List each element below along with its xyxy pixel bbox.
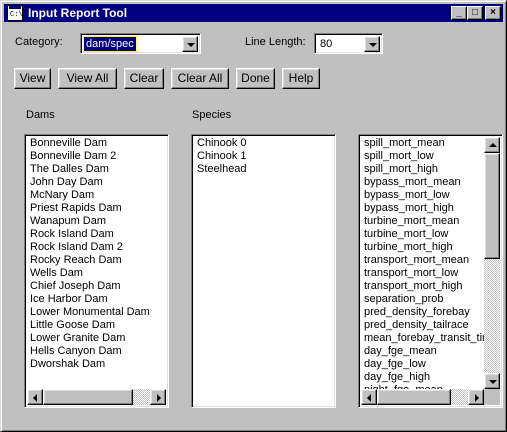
app-icon-bar [9,6,21,9]
main-window: C:\ Input Report Tool _ □ × Category: da… [0,0,507,432]
list-item[interactable]: McNary Dam [27,189,166,202]
app-icon-text: C:\ [10,11,23,19]
parameters-list[interactable]: spill_mort_mean spill_mort_low spill_mort_… [358,134,503,408]
scroll-down-button[interactable] [484,373,500,389]
app-icon[interactable]: C:\ [7,5,23,21]
scroll-corner [484,389,500,405]
list-item[interactable]: transport_mort_mean [361,254,484,267]
maximize-button[interactable]: □ [467,6,483,20]
dams-list[interactable]: Bonneville Dam Bonneville Dam 2 The Dalles… [24,134,169,408]
parameters-list-items: spill_mort_mean spill_mort_low spill_mort_… [361,137,484,389]
view-all-button[interactable]: View All [58,68,117,89]
list-item[interactable]: Lower Monumental Dam [27,306,166,319]
list-item[interactable]: Wells Dam [27,267,166,280]
dams-list-items: Bonneville Dam Bonneville Dam 2 The Dalles… [27,137,166,389]
list-item[interactable]: The Dalles Dam [27,163,166,176]
line-length-dropdown-button[interactable] [364,36,380,52]
list-item[interactable]: transport_mort_high [361,280,484,293]
chevron-down-icon [187,43,195,47]
species-list-items: Chinook 0 Chinook 1 Steelhead [194,137,333,405]
close-icon: × [490,7,496,18]
list-item[interactable]: day_fge_mean [361,345,484,358]
list-item[interactable]: Bonneville Dam 2 [27,150,166,163]
close-button[interactable]: × [485,6,501,20]
line-length-label: Line Length: [245,36,306,48]
clear-all-button[interactable]: Clear All [171,68,229,89]
list-item[interactable]: turbine_mort_high [361,241,484,254]
list-item[interactable]: spill_mort_low [361,150,484,163]
scroll-left-button[interactable] [27,389,43,405]
chevron-up-icon [489,143,497,147]
list-item[interactable]: transport_mort_low [361,267,484,280]
chevron-down-icon [369,43,377,47]
done-button[interactable]: Done [236,68,275,89]
scroll-up-button[interactable] [484,137,500,153]
line-length-select[interactable]: 80 [314,33,383,54]
minimize-icon: _ [456,7,462,18]
species-heading: Species [192,109,232,121]
list-item[interactable]: Bonneville Dam [27,137,166,150]
list-item[interactable]: Chinook 1 [194,150,333,163]
window-title: Input Report Tool [28,6,128,20]
list-item[interactable]: Wanapum Dam [27,215,166,228]
list-item[interactable]: turbine_mort_mean [361,215,484,228]
list-item[interactable]: Chinook 0 [194,137,333,150]
list-item[interactable]: spill_mort_mean [361,137,484,150]
category-label: Category: [15,36,63,48]
chevron-right-icon [157,394,161,402]
list-item[interactable]: Hells Canyon Dam [27,345,166,358]
maximize-icon: □ [471,7,479,18]
line-length-value: 80 [320,38,333,50]
list-item[interactable]: Priest Rapids Dam [27,202,166,215]
list-item[interactable]: day_fge_high [361,371,484,384]
list-item[interactable]: separation_prob [361,293,484,306]
help-button[interactable]: Help [282,68,320,89]
chevron-down-icon [489,380,497,384]
parameters-hscrollbar[interactable] [361,389,484,405]
list-item[interactable]: Rock Island Dam 2 [27,241,166,254]
dams-heading: Dams [26,109,55,121]
list-item[interactable]: mean_forebay_transit_time [361,332,484,345]
scroll-right-button[interactable] [150,389,166,405]
clear-button[interactable]: Clear [124,68,164,89]
species-list[interactable]: Chinook 0 Chinook 1 Steelhead [191,134,336,408]
minimize-button[interactable]: _ [451,6,467,20]
list-item[interactable]: pred_density_forebay [361,306,484,319]
dams-hscrollbar[interactable] [27,389,166,405]
list-item[interactable]: Dworshak Dam [27,358,166,371]
list-item[interactable]: Rock Island Dam [27,228,166,241]
chevron-right-icon [475,394,479,402]
dams-hscroll-thumb[interactable] [43,389,133,405]
category-dropdown-button[interactable] [182,36,198,52]
list-item[interactable]: day_fge_low [361,358,484,371]
list-item[interactable]: John Day Dam [27,176,166,189]
scroll-left-button[interactable] [361,389,377,405]
scroll-right-button[interactable] [468,389,484,405]
list-item[interactable]: pred_density_tailrace [361,319,484,332]
list-item[interactable]: Ice Harbor Dam [27,293,166,306]
list-item[interactable]: turbine_mort_low [361,228,484,241]
list-item[interactable]: Lower Granite Dam [27,332,166,345]
parameters-vscrollbar[interactable] [484,137,500,389]
parameters-vscroll-thumb[interactable] [484,153,500,259]
parameters-hscroll-thumb[interactable] [377,389,451,405]
list-item[interactable]: bypass_mort_low [361,189,484,202]
title-bar[interactable]: C:\ Input Report Tool _ □ × [4,4,503,22]
list-item[interactable]: Little Goose Dam [27,319,166,332]
view-button[interactable]: View [14,68,51,89]
chevron-left-icon [33,394,37,402]
list-item[interactable]: Steelhead [194,163,333,176]
category-select[interactable]: dam/spec [80,33,201,54]
chevron-left-icon [367,394,371,402]
category-value: dam/spec [83,36,137,52]
list-item[interactable]: bypass_mort_mean [361,176,484,189]
list-item[interactable]: Rocky Reach Dam [27,254,166,267]
list-item[interactable]: bypass_mort_high [361,202,484,215]
list-item[interactable]: spill_mort_high [361,163,484,176]
list-item[interactable]: Chief Joseph Dam [27,280,166,293]
